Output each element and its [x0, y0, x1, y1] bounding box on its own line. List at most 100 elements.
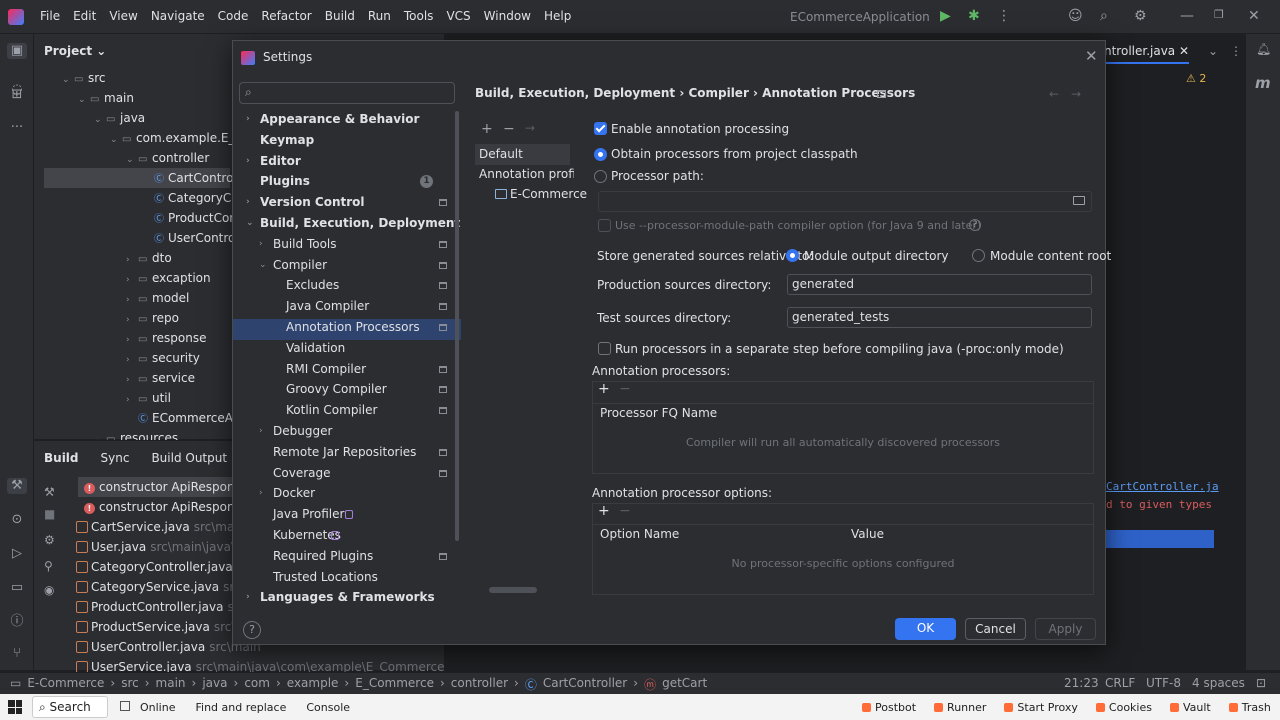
task-view-icon[interactable] — [120, 701, 130, 711]
tree-item[interactable]: › ▭ util — [34, 388, 230, 408]
nav-item-debugger[interactable]: › Debugger — [259, 421, 332, 442]
search-everywhere-icon[interactable]: ⌕ — [1100, 8, 1108, 24]
nav-expand-icon[interactable]: › — [246, 151, 250, 172]
forward-arrow-icon[interactable]: → — [1071, 87, 1081, 101]
add-profile-icon[interactable]: + — [481, 121, 493, 137]
build-tab-build[interactable]: Build — [44, 451, 79, 465]
nav-item-build-execution-deployment[interactable]: ⌄ Build, Execution, Deployment — [246, 213, 460, 234]
enable-annotation-checkbox[interactable] — [594, 122, 607, 135]
fq-name-header[interactable]: Processor FQ Name — [600, 406, 717, 420]
module-path-help-icon[interactable]: ? — [969, 219, 981, 231]
tree-item[interactable]: ⌄ ▭ com.example.E_C — [34, 128, 243, 148]
taskbar-tool-item[interactable]: Cookies — [1095, 701, 1152, 714]
tree-item[interactable]: Ⓒ ECommerceAp — [34, 408, 241, 428]
value-header[interactable]: Value — [851, 527, 884, 541]
menu-item-code[interactable]: Code — [218, 9, 249, 23]
nav-expand-icon[interactable]: › — [246, 192, 250, 213]
taskbar-item[interactable]: Find and replace — [195, 701, 286, 714]
crumb-item[interactable]: E-Commerce — [27, 676, 104, 693]
build-tab-sync[interactable]: Sync — [101, 451, 130, 465]
nav-item-languages-frameworks[interactable]: › Languages & Frameworks — [246, 587, 435, 608]
tree-arrow-icon[interactable]: › — [126, 250, 138, 270]
nav-item-java-profiler[interactable]: Java Profiler — [273, 504, 344, 525]
back-arrow-icon[interactable]: ← — [1049, 87, 1059, 101]
tree-arrow-icon[interactable]: › — [126, 390, 138, 410]
nav-item-kotlin-compiler[interactable]: Kotlin Compiler — [286, 400, 377, 421]
menu-item-help[interactable]: Help — [544, 9, 571, 23]
nav-expand-icon[interactable]: ⌄ — [246, 213, 254, 234]
tree-arrow-icon[interactable]: ⌄ — [126, 150, 138, 170]
more-tools-icon[interactable]: ··· — [9, 120, 25, 136]
tree-item[interactable]: › ▭ dto — [34, 248, 230, 268]
apply-button[interactable]: Apply — [1035, 618, 1096, 640]
nav-expand-icon[interactable]: › — [259, 234, 263, 255]
services-tool-icon[interactable]: ⊙ — [9, 512, 25, 528]
menu-item-window[interactable]: Window — [484, 9, 531, 23]
profile-module[interactable]: E-Commerce — [510, 187, 587, 201]
separate-step-checkbox[interactable] — [598, 342, 611, 355]
menu-item-file[interactable]: File — [40, 9, 60, 23]
editor-tab[interactable]: ntroller.java ✕ — [1104, 44, 1190, 64]
cancel-button[interactable]: Cancel — [965, 618, 1026, 640]
test-dir-input[interactable]: generated_tests — [787, 307, 1092, 328]
debug-icon[interactable]: ✱ — [968, 8, 980, 24]
menu-item-tools[interactable]: Tools — [404, 9, 434, 23]
taskbar-tool-item[interactable]: Postbot — [862, 701, 916, 714]
nav-expand-icon[interactable]: › — [246, 109, 250, 130]
tree-item[interactable]: Ⓒ CartContro — [44, 168, 233, 188]
browse-folder-icon[interactable] — [1073, 196, 1085, 205]
minimize-icon[interactable]: — — [1180, 8, 1194, 24]
tree-item[interactable]: Ⓒ ProductCon — [34, 208, 237, 228]
tree-arrow-icon[interactable]: › — [126, 270, 138, 290]
tree-arrow-icon[interactable]: › — [126, 350, 138, 370]
tree-arrow-icon[interactable]: ⌄ — [62, 70, 74, 90]
menu-item-build[interactable]: Build — [325, 9, 355, 23]
build-row[interactable]: ! constructor ApiResponse — [78, 477, 234, 497]
menu-item-vcs[interactable]: VCS — [446, 9, 470, 23]
tree-arrow-icon[interactable]: › — [126, 290, 138, 310]
nav-item-appearance-behavior[interactable]: › Appearance & Behavior — [246, 109, 419, 130]
caret-position[interactable]: 21:23 — [1064, 676, 1099, 690]
nav-item-validation[interactable]: Validation — [286, 338, 345, 359]
nav-item-trusted-locations[interactable]: Trusted Locations — [273, 567, 378, 588]
nav-expand-icon[interactable]: › — [259, 483, 263, 504]
tree-arrow-icon[interactable]: ⌄ — [94, 110, 106, 130]
taskbar-tool-item[interactable]: Trash — [1228, 701, 1271, 714]
help-icon[interactable]: ? — [243, 621, 261, 639]
crumb-item[interactable]: controller — [451, 676, 508, 693]
tab-list-chevron-icon[interactable]: ⌄ — [1208, 44, 1218, 58]
remove-processor-icon[interactable]: − — [619, 381, 631, 397]
ok-button[interactable]: OK — [895, 618, 956, 640]
move-profile-icon[interactable]: → — [525, 121, 535, 135]
processor-path-radio[interactable] — [594, 170, 607, 183]
nav-item-coverage[interactable]: Coverage — [273, 463, 331, 484]
restore-icon[interactable]: ❐ — [1214, 8, 1224, 21]
profile-annotation[interactable]: Annotation profile fo — [479, 167, 574, 181]
nav-item-version-control[interactable]: › Version Control — [246, 192, 365, 213]
tree-item[interactable]: › ▭ security — [34, 348, 230, 368]
tree-arrow-icon[interactable]: › — [126, 370, 138, 390]
tree-item[interactable]: Ⓒ UserContro — [34, 228, 235, 248]
menu-item-refactor[interactable]: Refactor — [261, 9, 311, 23]
file-encoding[interactable]: UTF-8 — [1146, 676, 1181, 690]
tree-item[interactable]: ⌄ ▭ controller — [34, 148, 230, 168]
windows-start-icon[interactable] — [8, 700, 22, 714]
tree-item[interactable]: › ▭ repo — [34, 308, 230, 328]
add-processor-icon[interactable]: + — [598, 381, 610, 397]
lock-icon[interactable]: ⊡ — [1256, 676, 1266, 690]
tree-item[interactable]: ⌄ ▭ src — [34, 68, 230, 88]
build-pin-icon[interactable]: ⚲ — [44, 559, 53, 573]
crumb-item[interactable]: src — [121, 676, 139, 693]
build-stop-icon[interactable]: ■ — [44, 507, 55, 521]
nav-item-remote-jar-repositories[interactable]: Remote Jar Repositories — [273, 442, 416, 463]
nav-item-java-compiler[interactable]: Java Compiler — [286, 296, 369, 317]
crumb-item[interactable]: E_Commerce — [355, 676, 434, 693]
build-tool-icon[interactable]: ⚒ — [7, 478, 27, 494]
menu-item-navigate[interactable]: Navigate — [151, 9, 205, 23]
run-tool-icon[interactable]: ▷ — [9, 546, 25, 562]
window-close-icon[interactable]: ✕ — [1248, 8, 1260, 24]
nav-item-groovy-compiler[interactable]: Groovy Compiler — [286, 379, 387, 400]
tree-item[interactable]: › ▭ service — [34, 368, 230, 388]
option-name-header[interactable]: Option Name — [600, 527, 679, 541]
nav-item-rmi-compiler[interactable]: RMI Compiler — [286, 359, 366, 380]
